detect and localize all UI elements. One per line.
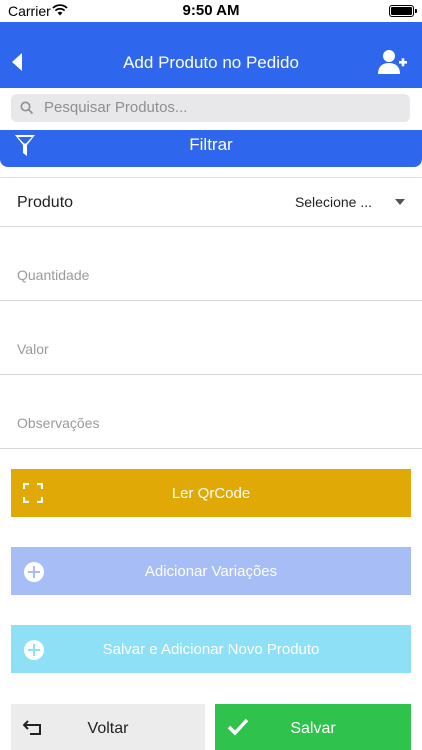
valor-placeholder: Valor xyxy=(17,341,49,357)
observacoes-placeholder: Observações xyxy=(17,415,100,431)
save-add-new-button[interactable]: Salvar e Adicionar Novo Produto xyxy=(11,625,411,673)
save-button[interactable]: Salvar xyxy=(215,704,411,750)
observacoes-field[interactable]: Observações xyxy=(0,375,422,449)
valor-field[interactable]: Valor xyxy=(0,301,422,375)
back-button[interactable]: Voltar xyxy=(11,704,205,750)
save-add-new-label: Salvar e Adicionar Novo Produto xyxy=(102,641,320,658)
read-qrcode-label: Ler QrCode xyxy=(171,485,251,502)
back-label: Voltar xyxy=(87,720,129,737)
filter-label: Filtrar xyxy=(189,135,233,154)
read-qrcode-button[interactable]: Ler QrCode xyxy=(11,469,411,517)
produto-select[interactable]: Produto Selecione ... xyxy=(0,177,422,227)
clock-time: 9:50 AM xyxy=(182,2,240,19)
add-variations-label: Adicionar Variações xyxy=(144,563,278,580)
filter-button[interactable]: Filtrar xyxy=(0,130,422,167)
produto-label: Produto xyxy=(17,194,74,211)
page-title: Add Produto no Pedido xyxy=(123,53,299,72)
save-label: Salvar xyxy=(290,720,336,737)
produto-selected-value: Selecione ... xyxy=(294,194,372,210)
quantidade-field[interactable]: Quantidade xyxy=(0,227,422,301)
search-icon xyxy=(20,101,34,120)
add-variations-button[interactable]: Adicionar Variações xyxy=(11,547,411,595)
add-user-icon[interactable] xyxy=(378,49,408,80)
search-input[interactable]: Pesquisar Produtos... xyxy=(11,94,410,122)
battery-icon xyxy=(389,5,417,17)
navbar: Add Produto no Pedido xyxy=(0,22,422,88)
quantidade-placeholder: Quantidade xyxy=(17,267,90,283)
chevron-down-icon xyxy=(395,199,405,205)
status-bar: Carrier 9:50 AM xyxy=(0,0,422,22)
search-bar: Pesquisar Produtos... xyxy=(0,88,422,130)
search-placeholder: Pesquisar Produtos... xyxy=(44,99,188,116)
